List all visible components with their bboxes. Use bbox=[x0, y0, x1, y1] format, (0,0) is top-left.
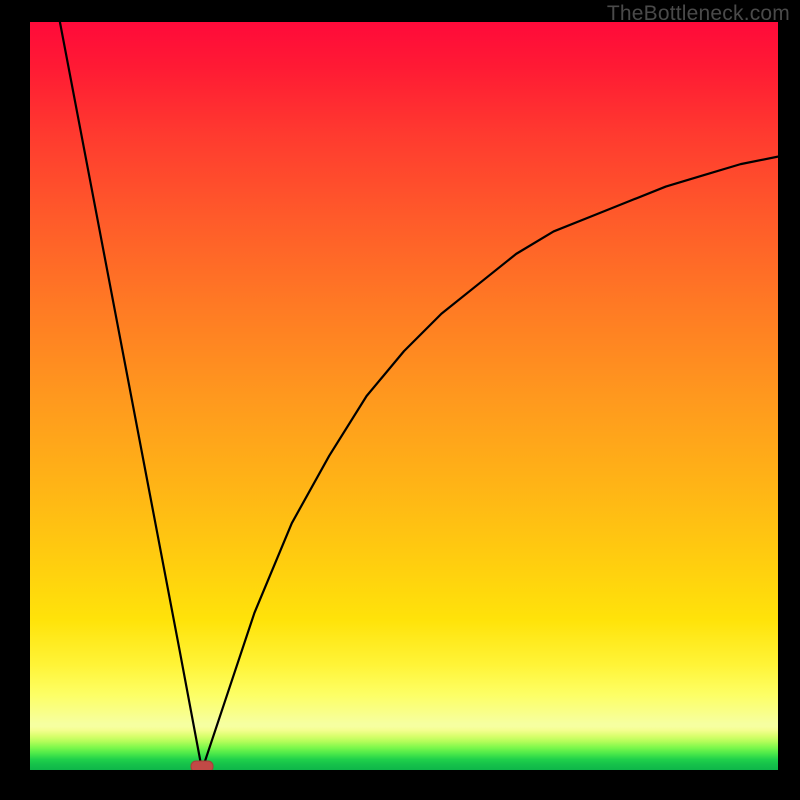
chart-frame: TheBottleneck.com bbox=[0, 0, 800, 800]
plot-area bbox=[30, 22, 778, 770]
watermark-text: TheBottleneck.com bbox=[607, 2, 790, 26]
bottleneck-curve bbox=[60, 22, 778, 770]
minimum-marker bbox=[191, 761, 213, 770]
curve-layer bbox=[30, 22, 778, 770]
